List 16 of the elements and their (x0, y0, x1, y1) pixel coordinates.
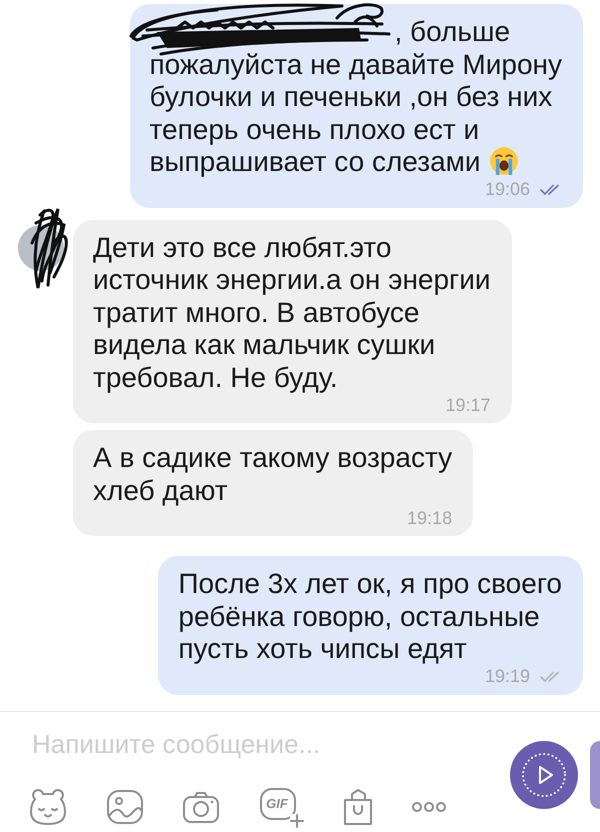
message-time: 19:19 (484, 666, 530, 687)
more-icon[interactable] (412, 801, 446, 813)
message-text: Дети это все любят.это источник энергии.а он энергии тратит много. В автобусе видела как мальчик сушки требовал. Не буду. (93, 232, 491, 392)
side-button[interactable] (590, 741, 600, 809)
play-icon (521, 752, 567, 798)
message-time: 19:17 (446, 394, 491, 416)
message-text: А в садике такому возрасту хлеб дают (93, 442, 452, 506)
message-text: После 3х лет ок, я про своего ребёнка говорю, остальные пусть хоть чипсы едят (178, 568, 562, 664)
image-icon[interactable] (106, 789, 144, 825)
message-text: , больше пожалуйста не давайте Мирону булочки и печеньки ,он без них теперь очень плохо ест и выпрашивает со слезами (150, 16, 562, 177)
shopping-bag-icon[interactable] (342, 788, 374, 826)
message-time: 19:06 (484, 179, 530, 200)
gif-button[interactable]: GIF (258, 786, 304, 828)
message-time: 19:18 (407, 508, 452, 528)
bear-face-icon[interactable] (28, 788, 68, 826)
camera-icon[interactable] (182, 790, 220, 824)
